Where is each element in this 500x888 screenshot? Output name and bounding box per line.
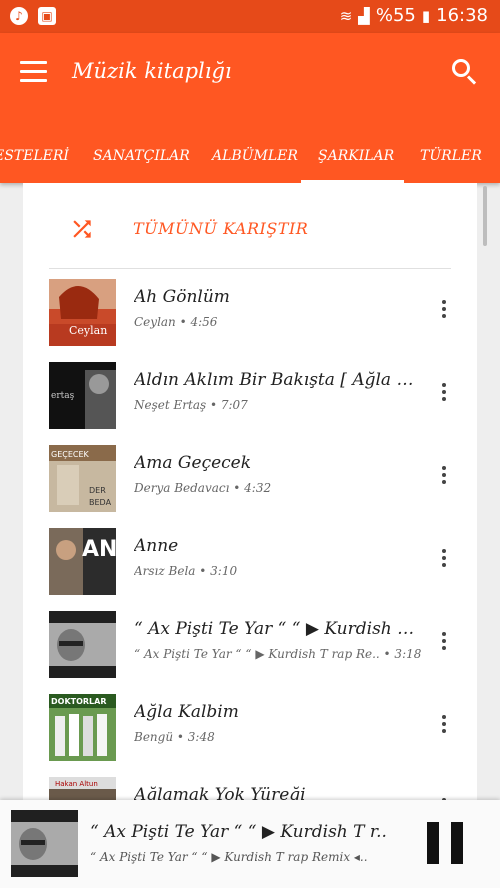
now-playing-title: “ Ax Pişti Te Yar “ “ ▶ Kurdish T r..	[90, 822, 387, 842]
album-art-text: DER	[89, 486, 106, 495]
list-item[interactable]: “ Ax Pişti Te Yar “ “ ▶ Kurdish T r.. “ …	[23, 602, 477, 685]
divider	[49, 268, 451, 269]
album-art: AN	[49, 528, 116, 595]
more-options-icon[interactable]	[439, 466, 449, 488]
album-art-text: ertaş	[51, 391, 75, 401]
more-options-icon[interactable]	[439, 383, 449, 405]
clock: 16:38	[436, 5, 488, 26]
song-list: TÜMÜNÜ KARIŞTIR Ceylan Ah Gönlüm Ceylan …	[23, 183, 477, 844]
song-title: Ah Gönlüm	[134, 287, 230, 307]
pause-icon[interactable]	[425, 822, 465, 864]
tab-genres[interactable]: TÜRLER	[420, 148, 482, 164]
song-subtitle: Ceylan • 4:56	[134, 315, 218, 329]
tab-artists[interactable]: SANATÇILAR	[93, 148, 190, 164]
tab-songs[interactable]: ŞARKILAR	[318, 148, 394, 164]
more-options-icon[interactable]	[439, 632, 449, 654]
app-bar: Müzik kitaplığı ESTELERİ SANATÇILAR ALBÜ…	[0, 33, 500, 183]
now-playing-art	[11, 810, 78, 877]
shuffle-all-button[interactable]: TÜMÜNÜ KARIŞTIR	[23, 183, 477, 269]
album-art: Ceylan	[49, 279, 116, 346]
song-title: “ Ax Pişti Te Yar “ “ ▶ Kurdish T r..	[134, 619, 424, 639]
now-playing-subtitle: “ Ax Pişti Te Yar “ “ ▶ Kurdish T rap Re…	[90, 850, 368, 864]
list-item[interactable]: AN Anne Arsız Bela • 3:10	[23, 519, 477, 602]
now-playing-bar[interactable]: “ Ax Pişti Te Yar “ “ ▶ Kurdish T r.. “ …	[0, 800, 500, 888]
tab-albums[interactable]: ALBÜMLER	[212, 148, 298, 164]
wifi-icon: ≋	[339, 6, 353, 25]
album-art: DOKTORLAR	[49, 694, 116, 761]
song-subtitle: Derya Bedavacı • 4:32	[134, 481, 272, 495]
album-art-text: BEDA	[89, 498, 112, 507]
album-art: ertaş	[49, 362, 116, 429]
tab-playlists[interactable]: ESTELERİ	[0, 148, 69, 164]
album-art-text: AN	[82, 537, 116, 562]
page-title: Müzik kitaplığı	[72, 59, 232, 83]
menu-icon[interactable]	[20, 61, 47, 83]
song-subtitle: Bengü • 3:48	[134, 730, 215, 744]
song-subtitle: “ Ax Pişti Te Yar “ “ ▶ Kurdish T rap Re…	[134, 647, 422, 661]
song-title: Ama Geçecek	[134, 453, 252, 473]
list-item[interactable]: GEÇECEK DER BEDA Ama Geçecek Derya Bedav…	[23, 436, 477, 519]
scrollbar[interactable]	[483, 186, 487, 246]
tab-bar: ESTELERİ SANATÇILAR ALBÜMLER ŞARKILAR TÜ…	[0, 136, 500, 183]
battery-icon: ▮	[421, 6, 431, 25]
list-item[interactable]: ertaş Aldın Aklım Bir Bakışta [ Ağla Saz…	[23, 353, 477, 436]
shuffle-all-label: TÜMÜNÜ KARIŞTIR	[133, 219, 309, 238]
more-options-icon[interactable]	[439, 715, 449, 737]
song-subtitle: Neşet Ertaş • 7:07	[134, 398, 248, 412]
song-title: Ağla Kalbim	[134, 702, 239, 722]
music-note-icon: ♪	[10, 7, 28, 25]
album-art	[49, 611, 116, 678]
album-art-text: Hakan Altun	[55, 780, 98, 788]
image-icon: ▣	[38, 7, 56, 25]
album-art-text: Ceylan	[69, 324, 107, 337]
status-bar: ♪ ▣ ≋ ▟ %55 ▮ 16:38	[0, 0, 500, 33]
more-options-icon[interactable]	[439, 300, 449, 322]
signal-icon: ▟	[358, 6, 370, 25]
list-item[interactable]: DOKTORLAR Ağla Kalbim Bengü • 3:48	[23, 685, 477, 768]
song-title: Aldın Aklım Bir Bakışta [ Ağla Sazı..	[134, 370, 424, 390]
battery-percent: %55	[375, 5, 416, 26]
song-subtitle: Arsız Bela • 3:10	[134, 564, 238, 578]
search-icon[interactable]	[452, 59, 478, 85]
shuffle-icon	[73, 220, 91, 238]
list-item[interactable]: Ceylan Ah Gönlüm Ceylan • 4:56	[23, 270, 477, 353]
album-art: GEÇECEK DER BEDA	[49, 445, 116, 512]
album-art-text: DOKTORLAR	[51, 697, 107, 706]
song-title: Anne	[134, 536, 179, 556]
more-options-icon[interactable]	[439, 549, 449, 571]
album-art-text: GEÇECEK	[51, 450, 90, 459]
